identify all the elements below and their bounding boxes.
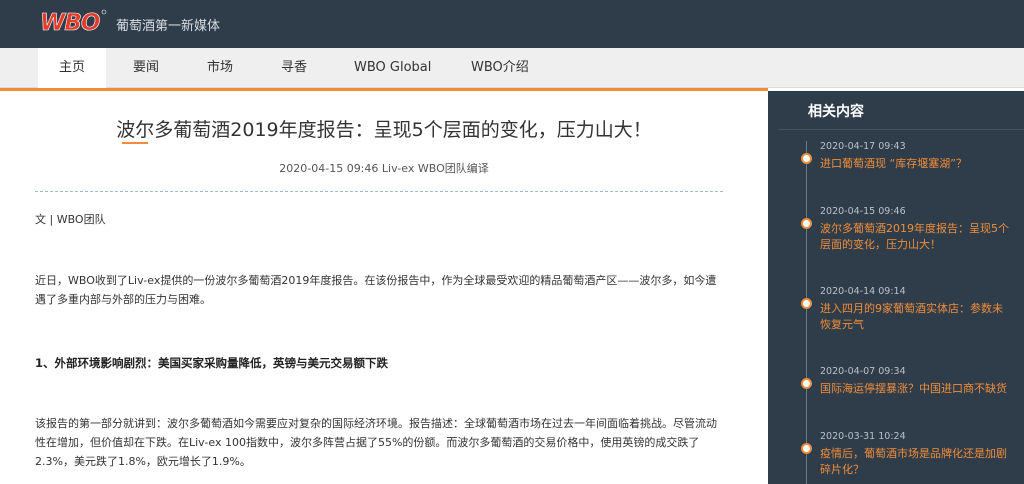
timeline-link[interactable]: 疫情后，葡萄酒市场是品牌化还是加剧碎片化？ (820, 446, 1012, 478)
timeline-dot-icon (801, 218, 812, 229)
timeline-link[interactable]: 波尔多葡萄酒2019年度报告：呈现5个层面的变化，压力山大！ (820, 221, 1012, 253)
section-heading: 1、外部环境影响剧烈：美国买家采购量降低，英镑与美元交易额下跌 (35, 356, 388, 370)
sidebar-title: 相关内容 (808, 104, 864, 120)
nav-item-wbo-global[interactable]: WBO Global (354, 48, 431, 88)
timeline-dot-icon (801, 443, 812, 454)
site-tagline: 葡萄酒第一新媒体 (116, 19, 221, 34)
article: 波尔多葡萄酒2019年度报告：呈现5个层面的变化，压力山大！ 2020-04-1… (0, 91, 768, 484)
article-meta: 2020-04-15 09:46 Liv-ex WBO团队编译 (279, 162, 489, 175)
nav-item-explore[interactable]: 寻香 (281, 48, 307, 88)
nav-item-home[interactable]: 主页 (38, 48, 106, 88)
section-paragraph: 该报告的第一部分就讲到：波尔多葡萄酒如今需要应对复杂的国际经济环境。报告描述：全… (35, 417, 717, 468)
timeline-date: 2020-03-31 10:24 (820, 431, 906, 442)
timeline-link[interactable]: 进入四月的9家葡萄酒实体店：参数未恢复元气 (820, 301, 1012, 333)
timeline-line (806, 141, 807, 484)
timeline-dot-icon (801, 378, 812, 389)
svg-text:WBO: WBO (40, 10, 100, 34)
article-byline: 文 | WBO团队 (35, 213, 106, 226)
article-divider (35, 191, 723, 192)
timeline-date: 2020-04-15 09:46 (820, 206, 906, 217)
timeline-date: 2020-04-17 09:43 (820, 141, 906, 152)
timeline-link[interactable]: 进口葡萄酒现 “库存堰塞湖”？ (820, 156, 1012, 172)
main-nav: 主页 要闻 市场 寻香 WBO Global WBO介绍 (0, 48, 1024, 88)
nav-item-market[interactable]: 市场 (207, 48, 233, 88)
timeline-date: 2020-04-14 09:14 (820, 286, 906, 297)
sidebar-divider (778, 129, 1024, 130)
timeline-dot-icon (801, 153, 812, 164)
article-intro: 近日，WBO收到了Liv-ex提供的一份波尔多葡萄酒2019年度报告。在该份报告… (35, 274, 717, 306)
timeline-dot-icon (801, 298, 812, 309)
nav-item-news[interactable]: 要闻 (133, 48, 159, 88)
site-header: WBO 葡萄酒第一新媒体 (0, 0, 1024, 48)
title-underline (122, 142, 148, 144)
article-title: 波尔多葡萄酒2019年度报告：呈现5个层面的变化，压力山大！ (116, 119, 652, 141)
timeline-date: 2020-04-07 09:34 (820, 366, 906, 377)
nav-item-about[interactable]: WBO介绍 (471, 48, 529, 88)
related-sidebar: 相关内容 2020-04-17 09:43 进口葡萄酒现 “库存堰塞湖”？ 20… (768, 91, 1024, 484)
wbo-logo[interactable]: WBO (38, 8, 108, 34)
timeline-link[interactable]: 国际海运停摆暴涨？中国进口商不缺货 (820, 381, 1012, 397)
